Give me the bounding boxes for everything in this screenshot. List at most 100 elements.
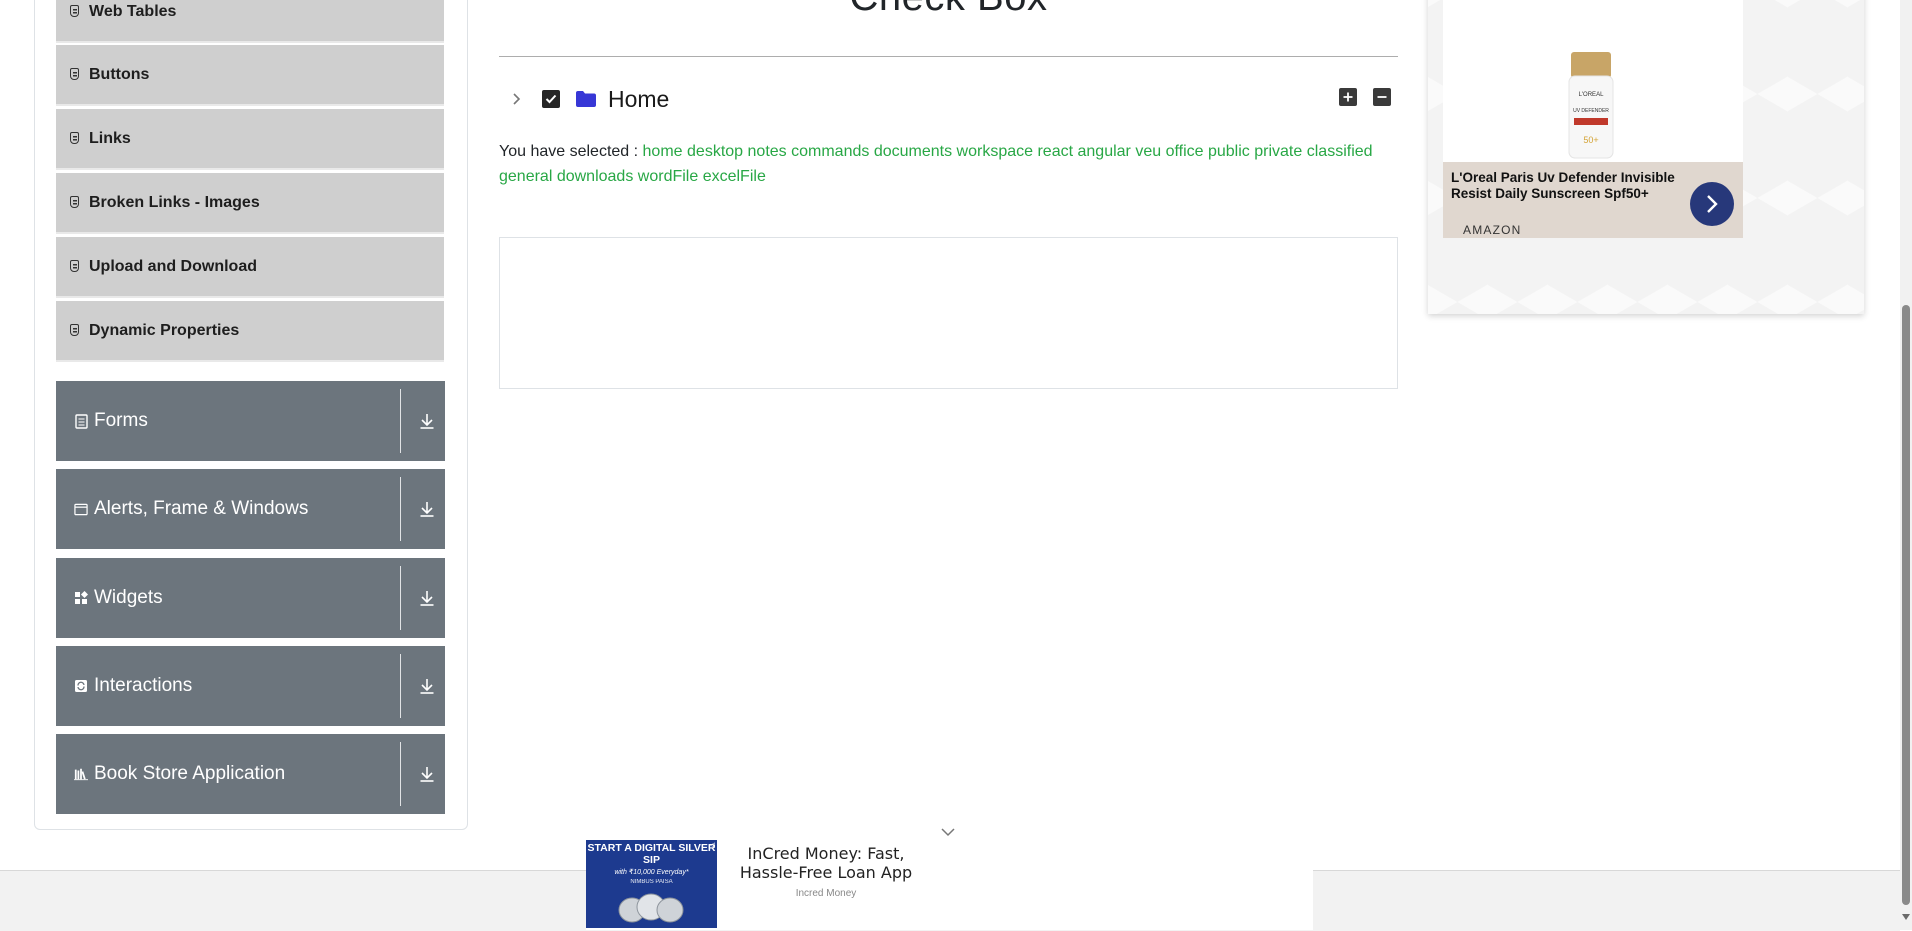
window-icon (74, 502, 88, 516)
form-icon (74, 413, 88, 429)
selected-item: veu (1135, 143, 1162, 160)
svg-text:L'OREAL: L'OREAL (1579, 92, 1604, 98)
checkmark-icon (545, 94, 557, 104)
books-icon (74, 767, 88, 781)
html5-icon (70, 67, 79, 80)
tree-node-home: Home (506, 84, 669, 114)
tree-expand-toggle[interactable] (506, 89, 526, 109)
html5-icon (70, 195, 79, 208)
group-divider (400, 654, 401, 718)
chevron-right-icon (513, 93, 521, 105)
output-box (499, 237, 1398, 389)
sidebar-item-web-tables[interactable]: Web Tables (56, 0, 444, 43)
chevron-right-icon (1707, 195, 1718, 213)
bottom-ad-image-brand: NIMBUS PAISA (630, 879, 673, 885)
sidebar-item-label: Buttons (89, 65, 150, 83)
html5-icon (70, 259, 79, 272)
group-label: Interactions (94, 675, 193, 696)
result-prefix: You have selected : (499, 143, 639, 160)
sidebar-group-forms[interactable]: Forms (56, 381, 445, 461)
selected-item: notes (747, 143, 787, 160)
selected-item: workspace (956, 143, 1034, 160)
group-divider (400, 742, 401, 806)
sidebar-group-widgets[interactable]: Widgets (56, 558, 445, 638)
html5-icon (70, 4, 79, 17)
selected-item: downloads (556, 167, 634, 185)
sidebar-item-label: Upload and Download (89, 257, 257, 275)
scrollbar-thumb[interactable] (1902, 305, 1910, 905)
sunscreen-bottle-image: L'OREAL UV DEFENDER 50+ (1568, 52, 1614, 159)
ad-next-button[interactable] (1690, 182, 1734, 226)
sidebar-group-interactions[interactable]: Interactions (56, 646, 445, 726)
bottom-ad-collapse-button[interactable] (940, 825, 956, 837)
selection-result: You have selected : home desktop notes c… (499, 140, 1399, 189)
sidebar-item-broken-links[interactable]: Broken Links - Images (56, 173, 444, 234)
bottom-ad-image-subtitle: with ₹10,000 Everyday* (614, 869, 689, 876)
widgets-icon (74, 591, 88, 605)
ad-caption[interactable]: L'Oreal Paris Uv Defender Invisible Resi… (1443, 162, 1743, 238)
bottom-ad[interactable]: ◁ START A DIGITAL SILVER SIP with ₹10,00… (586, 840, 1313, 930)
group-divider (400, 566, 401, 630)
interactions-icon (74, 679, 88, 693)
ad-source: AMAZON (1463, 223, 1522, 237)
svg-text:50+: 50+ (1583, 135, 1598, 145)
page-title: Check Box (499, 0, 1398, 20)
sidebar-group-book-store[interactable]: Book Store Application (56, 734, 445, 814)
selected-item: react (1037, 143, 1074, 160)
sidebar-item-label: Links (89, 129, 131, 147)
side-ad[interactable]: L'OREAL UV DEFENDER 50+ L'Oreal Paris Uv… (1428, 0, 1864, 314)
html5-icon (70, 131, 79, 144)
sidebar-item-dynamic-properties[interactable]: Dynamic Properties (56, 301, 444, 362)
collapse-all-button[interactable] (1373, 88, 1391, 106)
folder-icon (576, 91, 596, 107)
sidebar-item-links[interactable]: Links (56, 109, 444, 170)
download-arrow-icon (420, 502, 434, 517)
group-label: Widgets (94, 587, 163, 608)
selected-item: documents (873, 143, 953, 160)
expand-all-button[interactable] (1339, 88, 1357, 106)
tree-node-label[interactable]: Home (608, 86, 669, 113)
sidebar-item-label: Web Tables (89, 2, 177, 20)
ad-choices-icon[interactable]: ◁ (710, 841, 715, 849)
group-label: Alerts, Frame & Windows (94, 498, 309, 519)
scroll-down-arrow-icon[interactable] (1902, 914, 1910, 920)
sidebar-item-upload-download[interactable]: Upload and Download (56, 237, 444, 298)
sidebar-group-alerts[interactable]: Alerts, Frame & Windows (56, 469, 445, 549)
sidebar-item-label: Broken Links - Images (89, 193, 260, 211)
download-arrow-icon (420, 767, 434, 782)
bottom-ad-source: Incred Money (795, 888, 857, 899)
title-divider (499, 56, 1398, 57)
selected-item: excelFile (702, 167, 766, 185)
minus-icon (1377, 96, 1387, 98)
html5-icon (70, 323, 79, 336)
download-arrow-icon (420, 679, 434, 694)
selected-item: public (1207, 143, 1250, 160)
bottom-ad-title[interactable]: InCred Money: Fast, Hassle-Free Loan App (736, 844, 916, 882)
chevron-down-icon (941, 828, 955, 837)
selected-item: wordFile (637, 167, 699, 185)
group-label: Book Store Application (94, 763, 286, 784)
plus-icon (1343, 92, 1353, 102)
download-arrow-icon (420, 414, 434, 429)
bottom-ad-image-title: START A DIGITAL SILVER SIP (587, 842, 716, 866)
silver-coins-image (618, 893, 684, 923)
selected-item: angular (1077, 143, 1131, 160)
ad-product-image[interactable]: L'OREAL UV DEFENDER 50+ (1443, 0, 1743, 162)
sidebar-item-buttons[interactable]: Buttons (56, 45, 444, 106)
selected-item: general (499, 167, 553, 185)
ad-product-text[interactable]: L'Oreal Paris Uv Defender Invisible Resi… (1451, 170, 1681, 202)
download-arrow-icon (420, 591, 434, 606)
selected-item: office (1165, 143, 1204, 160)
group-label: Forms (94, 410, 148, 431)
svg-text:UV DEFENDER: UV DEFENDER (1573, 108, 1609, 114)
group-divider (400, 477, 401, 541)
selected-item: classified (1306, 143, 1373, 160)
bottom-ad-image[interactable]: ◁ START A DIGITAL SILVER SIP with ₹10,00… (586, 840, 717, 928)
selected-item: private (1254, 143, 1303, 160)
selected-item: commands (791, 143, 870, 160)
home-checkbox[interactable] (542, 90, 560, 108)
selected-item: home (642, 143, 683, 160)
group-divider (400, 389, 401, 453)
selected-item: desktop (687, 143, 744, 160)
sidebar-item-label: Dynamic Properties (89, 321, 240, 339)
